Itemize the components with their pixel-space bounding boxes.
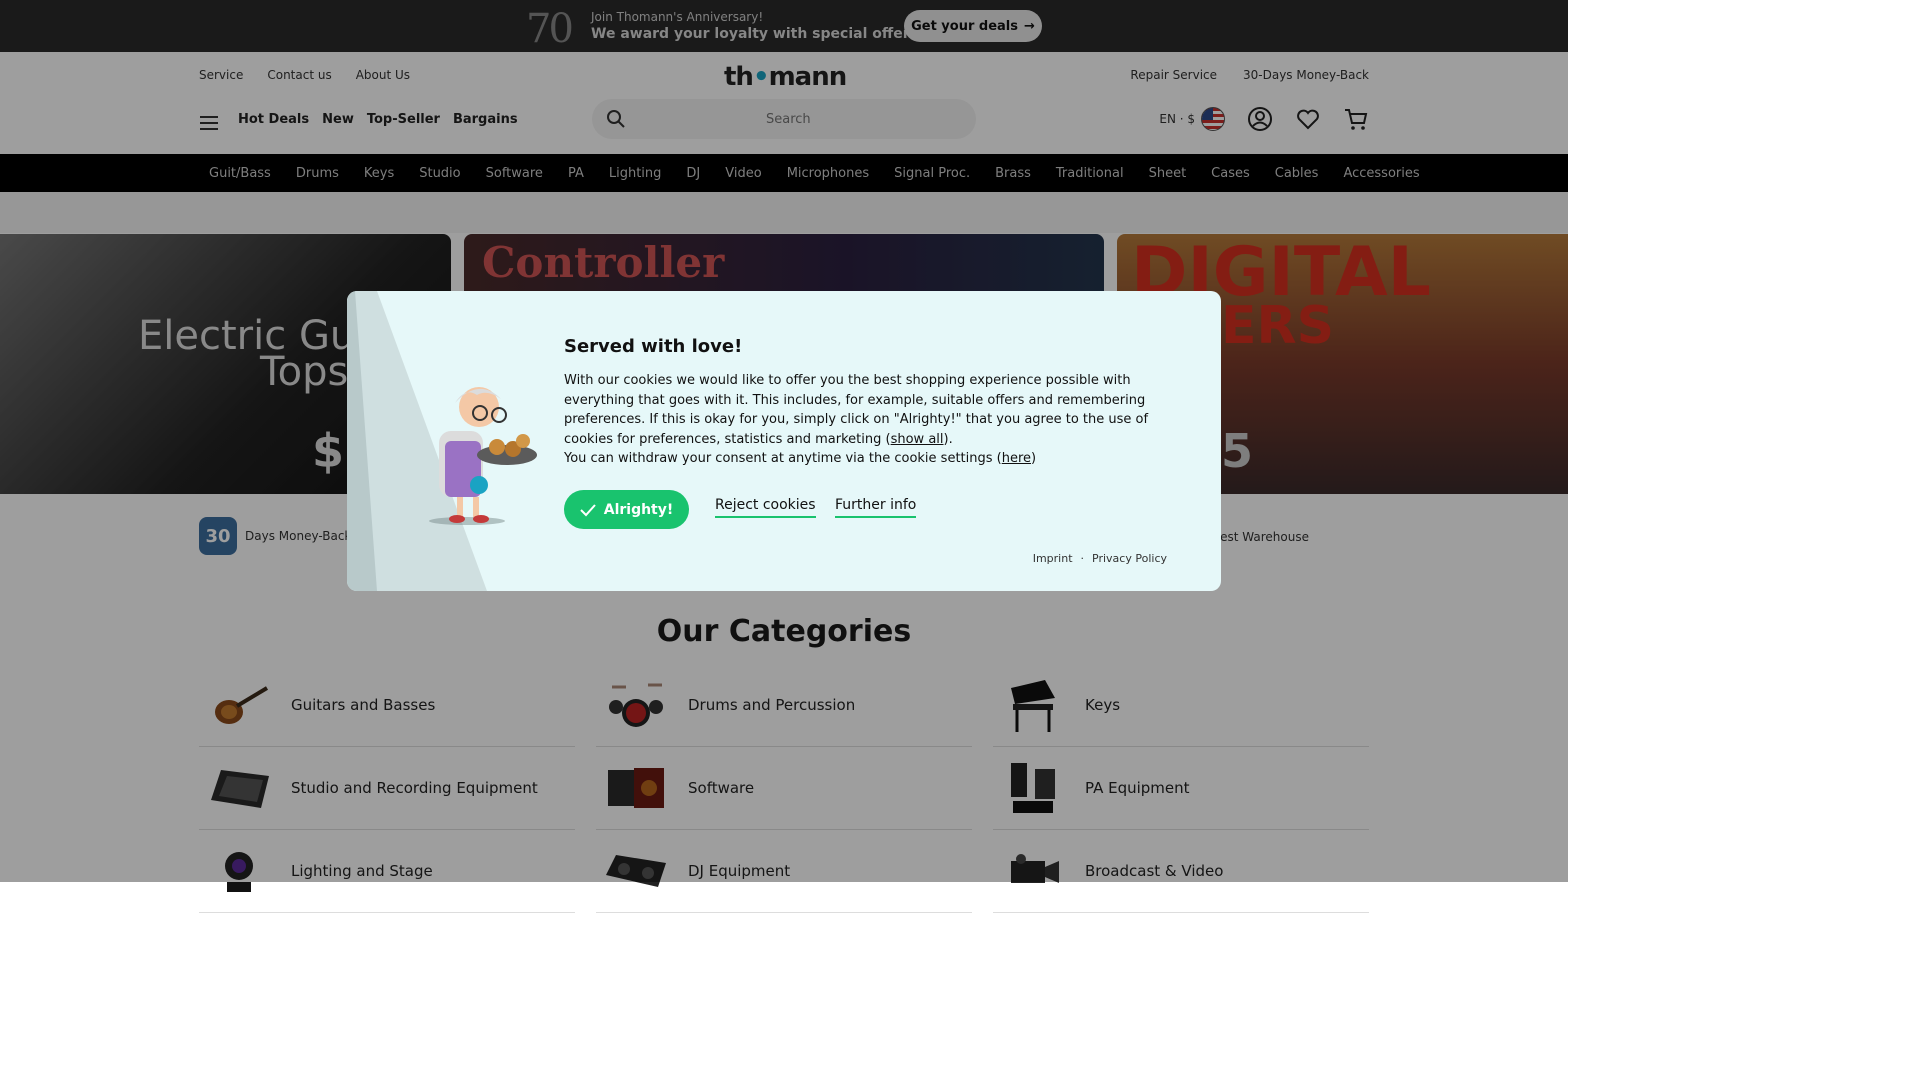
cookie-settings-link[interactable]: here [1002, 451, 1031, 466]
checkmark-icon [580, 503, 596, 516]
legal-links: Imprint · Privacy Policy [1033, 552, 1167, 565]
accept-cookies-button[interactable]: Alrighty! [564, 490, 689, 529]
cookie-body-text-2: You can withdraw your consent at anytime… [564, 451, 1002, 467]
cookie-dialog-title: Served with love! [564, 336, 743, 357]
separator: · [1080, 552, 1085, 565]
cookie-dialog-body: With our cookies we would like to offer … [564, 371, 1176, 469]
privacy-policy-link[interactable]: Privacy Policy [1092, 552, 1167, 565]
further-info-button[interactable]: Further info [835, 497, 917, 518]
cookie-body-text-1: With our cookies we would like to offer … [564, 373, 1149, 447]
cookie-body-text-2-end: ) [1031, 451, 1037, 467]
reject-cookies-button[interactable]: Reject cookies [715, 497, 816, 518]
grandma-cookies-illustration [347, 291, 537, 591]
cookie-body-text-1-end: ). [943, 431, 953, 447]
accept-cookies-label: Alrighty! [603, 501, 674, 518]
imprint-link[interactable]: Imprint [1033, 552, 1073, 565]
show-all-link[interactable]: show all [891, 432, 944, 447]
cookie-consent-dialog: Served with love! With our cookies we wo… [347, 291, 1221, 591]
